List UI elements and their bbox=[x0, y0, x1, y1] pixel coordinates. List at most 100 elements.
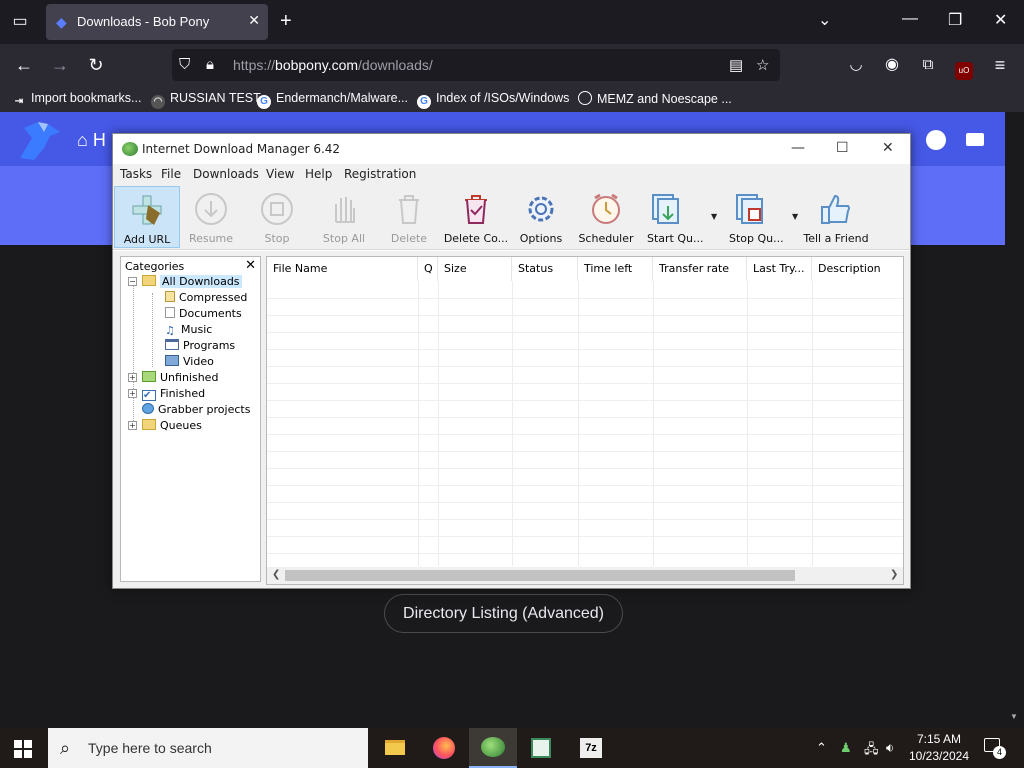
extensions-icon[interactable]: ⧉ bbox=[915, 53, 941, 77]
scroll-down-arrow-icon[interactable]: ▼ bbox=[1010, 712, 1018, 721]
tree-item-grabber-projects[interactable]: Grabber projects bbox=[142, 403, 250, 417]
shield-icon[interactable]: ⛉ bbox=[179, 56, 190, 73]
account-icon[interactable]: ◉ bbox=[879, 53, 905, 77]
bookmark-import[interactable]: ⇥ Import bookmarks... bbox=[12, 91, 142, 109]
column-time-left[interactable]: Time left bbox=[578, 257, 653, 281]
tell-a-friend-button[interactable]: Tell a Friend bbox=[801, 186, 871, 248]
delete-button[interactable]: Delete bbox=[379, 186, 439, 248]
scroll-right-arrow-icon[interactable]: ❯ bbox=[890, 569, 898, 580]
home-link[interactable]: ⌂ H bbox=[77, 130, 106, 151]
menu-registration[interactable]: Registration bbox=[344, 167, 416, 181]
volume-icon[interactable]: 🔉︎ bbox=[886, 740, 894, 756]
stop-queue-dropdown-icon[interactable]: ▼ bbox=[792, 212, 798, 221]
file-explorer-icon[interactable] bbox=[370, 728, 418, 768]
menu-downloads[interactable]: Downloads bbox=[193, 167, 259, 181]
column-description[interactable]: Description bbox=[812, 257, 903, 281]
bookmark-memz[interactable]: MEMZ and Noescape ... bbox=[578, 91, 732, 106]
tree-item-programs[interactable]: Programs bbox=[165, 339, 235, 353]
column-transfer-rate[interactable]: Transfer rate bbox=[653, 257, 747, 281]
clock-time: 7:15 AM bbox=[916, 732, 962, 746]
column-size[interactable]: Size bbox=[438, 257, 512, 281]
tree-item-compressed[interactable]: Compressed bbox=[165, 291, 247, 305]
firefox-icon[interactable] bbox=[420, 728, 468, 768]
categories-close-icon[interactable]: ✕ bbox=[245, 258, 256, 273]
reader-view-icon[interactable]: ▤ bbox=[729, 56, 743, 74]
notification-center-icon[interactable]: 4 bbox=[984, 738, 1006, 759]
scheduler-button[interactable]: Scheduler bbox=[575, 186, 637, 248]
tab-list-icon[interactable]: ▭ bbox=[8, 10, 32, 34]
column-file-name[interactable]: File Name bbox=[267, 257, 418, 281]
url-text[interactable]: https://bobpony.com/downloads/ bbox=[233, 57, 433, 73]
taskbar-search-box[interactable]: ⌕ Type here to search bbox=[48, 728, 368, 768]
page-scrollbar[interactable] bbox=[1005, 112, 1024, 728]
delete-completed-button[interactable]: Delete Co... bbox=[441, 186, 511, 248]
tab-downloads[interactable]: ◆ Downloads - Bob Pony ✕ bbox=[46, 4, 268, 40]
bookmarks-toolbar: ⇥ Import bookmarks... ◠ RUSSIAN TEST G Ende… bbox=[0, 86, 1024, 112]
resume-button[interactable]: Resume bbox=[181, 186, 241, 248]
restore-icon[interactable]: ❐ bbox=[948, 10, 962, 30]
user-tray-icon[interactable]: ♟ bbox=[840, 740, 852, 756]
bobpony-logo-icon[interactable] bbox=[14, 118, 62, 162]
idm-window: Internet Download Manager 6.42 — ☐ ✕ Tas… bbox=[112, 133, 911, 589]
scroll-left-arrow-icon[interactable]: ❮ bbox=[272, 569, 280, 580]
tree-item-all-downloads[interactable]: − All Downloads bbox=[128, 275, 242, 289]
idm-maximize-icon[interactable]: ☐ bbox=[836, 140, 849, 156]
tree-item-video[interactable]: Video bbox=[165, 355, 214, 369]
network-icon[interactable]: 🖧︎ bbox=[864, 740, 879, 762]
github-icon[interactable] bbox=[926, 130, 946, 150]
stop-all-button[interactable]: Stop All bbox=[313, 186, 375, 248]
menu-file[interactable]: File bbox=[161, 167, 181, 181]
tree-item-unfinished[interactable]: + Unfinished bbox=[128, 371, 218, 385]
taskbar-clock[interactable]: 7:15 AM 10/23/2024 bbox=[904, 731, 974, 765]
reload-icon[interactable]: ↻ bbox=[83, 53, 109, 77]
hamburger-menu-icon[interactable]: ≡ bbox=[987, 53, 1013, 77]
column-queue[interactable]: Q bbox=[418, 257, 438, 281]
stop-queue-button[interactable]: Stop Qu... bbox=[723, 186, 791, 248]
close-window-icon[interactable]: ✕ bbox=[994, 10, 1007, 30]
add-url-button[interactable]: Add URL bbox=[114, 186, 180, 248]
bookmark-star-icon[interactable]: ☆ bbox=[756, 56, 769, 74]
directory-listing-button[interactable]: Directory Listing (Advanced) bbox=[384, 594, 623, 633]
column-status[interactable]: Status bbox=[512, 257, 578, 281]
expand-icon[interactable]: + bbox=[128, 389, 137, 398]
idm-icon[interactable] bbox=[469, 728, 517, 768]
bookmark-endermanch[interactable]: G Endermanch/Malware... bbox=[257, 91, 408, 109]
expand-icon[interactable]: + bbox=[128, 421, 137, 430]
back-icon[interactable]: ← bbox=[11, 53, 37, 77]
idm-minimize-icon[interactable]: — bbox=[791, 140, 805, 156]
column-last-try[interactable]: Last Try... bbox=[747, 257, 812, 281]
mail-icon[interactable] bbox=[966, 133, 984, 146]
windows-start-icon[interactable] bbox=[14, 740, 32, 758]
tab-overflow-chevron-icon[interactable]: ⌄ bbox=[818, 10, 831, 30]
menu-tasks[interactable]: Tasks bbox=[120, 167, 152, 181]
lock-icon[interactable]: 🔒︎ bbox=[206, 56, 214, 73]
bookmark-russian-test[interactable]: ◠ RUSSIAN TEST bbox=[151, 91, 261, 109]
new-tab-icon[interactable]: + bbox=[280, 10, 292, 32]
menu-help[interactable]: Help bbox=[305, 167, 332, 181]
url-bar[interactable]: ⛉ 🔒︎ https://bobpony.com/downloads/ ▤ ☆ bbox=[172, 49, 780, 81]
tab-close-icon[interactable]: ✕ bbox=[248, 12, 260, 29]
expand-icon[interactable]: + bbox=[128, 373, 137, 382]
ublock-origin-icon[interactable]: uO bbox=[951, 55, 977, 80]
options-button[interactable]: Options bbox=[513, 186, 569, 248]
show-hidden-icons-chevron-icon[interactable]: ⌃ bbox=[816, 740, 827, 756]
tree-item-queues[interactable]: + Queues bbox=[128, 419, 202, 433]
bookmark-isos[interactable]: G Index of /ISOs/Windows bbox=[417, 91, 569, 109]
idm-close-icon[interactable]: ✕ bbox=[882, 140, 894, 156]
start-queue-dropdown-icon[interactable]: ▼ bbox=[711, 212, 717, 221]
minimize-icon[interactable]: — bbox=[902, 10, 918, 28]
idm-title-bar[interactable]: Internet Download Manager 6.42 — ☐ ✕ bbox=[113, 134, 910, 164]
collapse-icon[interactable]: − bbox=[128, 277, 137, 286]
menu-view[interactable]: View bbox=[266, 167, 294, 181]
horizontal-scrollbar[interactable]: ❮ ❯ bbox=[267, 567, 903, 584]
scrollbar-thumb[interactable] bbox=[285, 570, 795, 581]
start-queue-button[interactable]: Start Qu... bbox=[641, 186, 709, 248]
forward-icon[interactable]: → bbox=[47, 53, 73, 77]
pocket-icon[interactable]: ◡ bbox=[843, 53, 869, 77]
tree-item-music[interactable]: ♫ Music bbox=[165, 323, 212, 337]
stop-button[interactable]: Stop bbox=[247, 186, 307, 248]
notepad-icon[interactable] bbox=[517, 728, 565, 768]
7zip-icon[interactable]: 7z bbox=[567, 728, 615, 768]
tree-item-finished[interactable]: + ✔ Finished bbox=[128, 387, 205, 401]
tree-item-documents[interactable]: Documents bbox=[165, 307, 242, 321]
